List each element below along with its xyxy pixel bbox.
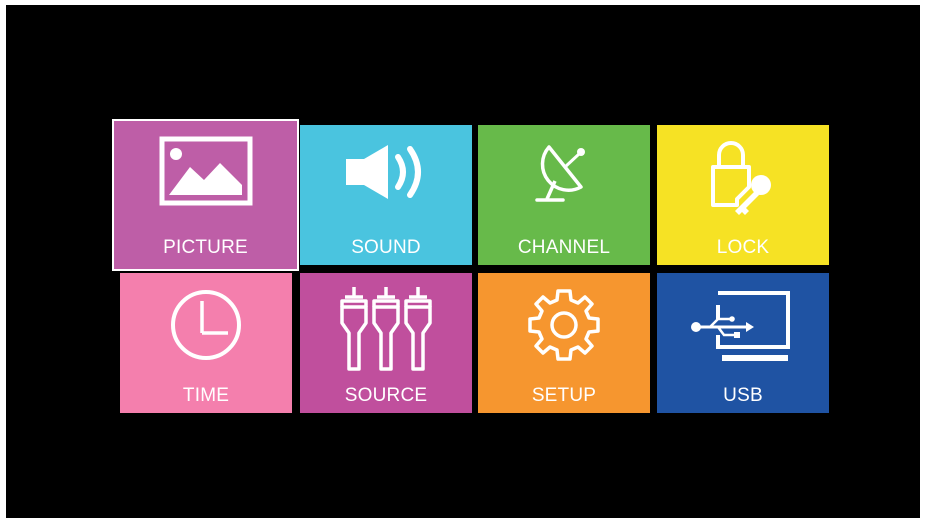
menu-tile-label: PICTURE bbox=[163, 237, 248, 258]
menu-tile-picture[interactable]: PICTURE bbox=[112, 119, 299, 271]
speaker-icon bbox=[346, 145, 421, 199]
menu-tile-label: SOURCE bbox=[344, 385, 428, 406]
menu-tile-label: USB bbox=[723, 385, 763, 406]
menu-tile-usb[interactable]: USB bbox=[657, 273, 829, 413]
usb-icon bbox=[691, 291, 790, 361]
menu-tile-label: LOCK bbox=[716, 237, 770, 258]
lock-key-icon bbox=[711, 141, 771, 215]
rca-connectors-icon bbox=[340, 287, 432, 371]
menu-tile-channel[interactable]: CHANNEL bbox=[478, 125, 650, 265]
menu-tile-source[interactable]: SOURCE bbox=[300, 273, 472, 413]
menu-tile-sound[interactable]: SOUND bbox=[300, 125, 472, 265]
menu-tile-time[interactable]: TIME bbox=[120, 273, 292, 413]
menu-tile-label: TIME bbox=[182, 385, 230, 406]
menu-tile-label: CHANNEL bbox=[517, 237, 611, 258]
menu-tile-label: SETUP bbox=[531, 385, 597, 406]
satellite-dish-icon bbox=[535, 145, 585, 202]
tv-screen: PICTURE SOUND CHANNEL LOCK TIME SOURCE S… bbox=[6, 5, 920, 518]
menu-tile-label: SOUND bbox=[351, 237, 421, 258]
gear-icon bbox=[528, 289, 600, 361]
clock-icon bbox=[171, 290, 241, 360]
menu-tile-lock[interactable]: LOCK bbox=[657, 125, 829, 265]
picture-icon bbox=[159, 136, 252, 206]
menu-tile-setup[interactable]: SETUP bbox=[478, 273, 650, 413]
